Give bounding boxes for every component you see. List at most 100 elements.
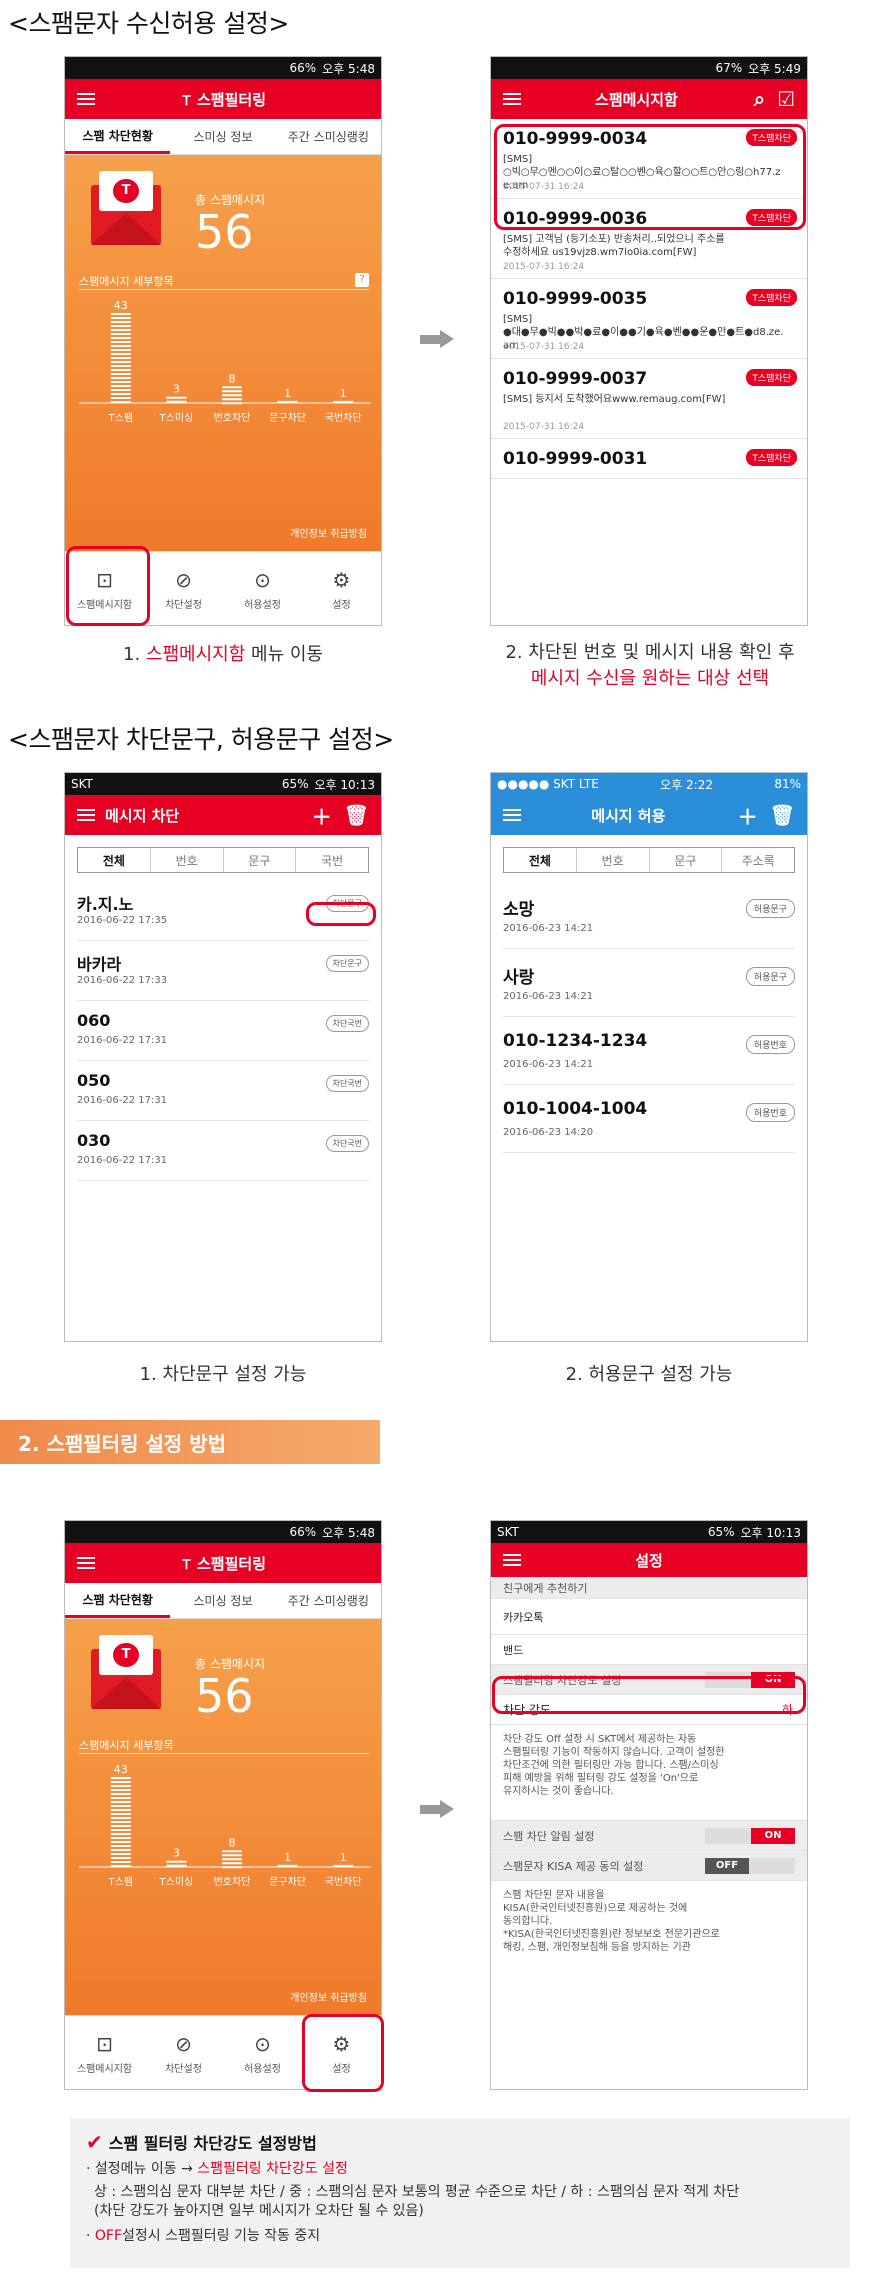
app-title: 스팸필터링 (197, 90, 267, 109)
kisa-description: 스팸 차단된 문자 내용을 KISA(한국인터넷진흥원)으로 제공하는 것에 동… (503, 1890, 720, 1953)
nav-allow-settings[interactable]: ⊙ 허용설정 (223, 2016, 302, 2089)
allow-type-badge: 허용문구 (745, 967, 795, 986)
block-title: 메시지 차단 (105, 806, 180, 825)
caption-step2: 2. 차단된 번호 및 메시지 내용 확인 후 메시지 수신을 원하는 대상 선… (505, 642, 795, 689)
menu-icon[interactable] (77, 93, 95, 105)
nav-block-settings[interactable]: ⊘ 차단설정 (144, 552, 223, 625)
block-date: 2016-06-22 17:31 (77, 1035, 168, 1046)
spam-tag: T스팸차단 (746, 449, 797, 466)
envelope-icon: T (91, 171, 161, 245)
menu-icon[interactable] (77, 1557, 95, 1569)
chart-category-label: T스미싱 (159, 412, 194, 424)
note-line-4: · OFF설정시 스팸필터링 기능 작동 중지 (86, 2228, 321, 2244)
kakaotalk-item[interactable]: 카카오톡 (491, 1599, 807, 1635)
detail-label: 스팸메시지 세부항목 (79, 275, 174, 288)
spam-stats-panel: T 총 스팸메시지 56 스팸메시지 세부항목 43 T스팸 3 T스미싱 8 번호차단 1… (65, 1619, 381, 2015)
chart-category-label: T스미싱 (159, 1876, 194, 1888)
tab-smishing-info[interactable]: 스미싱 정보 (170, 119, 275, 154)
settings-method-banner: 2. 스팸필터링 설정 방법 (0, 1420, 380, 1464)
menu-icon[interactable] (77, 809, 95, 821)
allow-item[interactable]: 소망 2016-06-23 14:21 허용문구 (503, 881, 795, 949)
message-item[interactable]: 010-9999-0037 T스팸차단 [SMS] 등지서 도착했어요www.rem… (491, 359, 807, 439)
allow-item[interactable]: 사랑 2016-06-23 14:21 허용문구 (503, 949, 795, 1017)
block-keyword: 카.지.노 (77, 895, 134, 914)
check-icon[interactable]: ☑ (777, 87, 795, 111)
allow-item[interactable]: 010-1234-1234 2016-06-23 14:21 허용번호 (503, 1017, 795, 1085)
filter-tab[interactable]: 문구 (224, 848, 297, 872)
inbox-icon: ⊡ (96, 2032, 113, 2056)
status-bar: SKT 65% 오후 10:13 (65, 773, 381, 795)
block-icon: ⊘ (175, 2032, 192, 2056)
chart-category-label: 국번차단 (325, 1876, 362, 1888)
highlight-nav-settings (302, 2014, 384, 2092)
filter-tab[interactable]: 번호 (577, 848, 650, 872)
allow-tabs: 전체 번호 문구 주소록 (503, 847, 795, 873)
app-header: Ｔ 스팸필터링 (65, 79, 381, 119)
note-line-3: (차단 강도가 높아지면 일부 메시지가 오차단 될 수 있음) (94, 2203, 424, 2219)
filter-tab[interactable]: 주소록 (722, 848, 794, 872)
spam-tag: T스팸차단 (746, 369, 797, 386)
band-item[interactable]: 밴드 (491, 1635, 807, 1665)
kisa-toggle[interactable]: OFF (705, 1858, 795, 1874)
app-header: Ｔ 스팸필터링 (65, 1543, 381, 1583)
highlight-strength-setting (492, 1676, 806, 1714)
trash-icon[interactable]: 🗑 (344, 803, 369, 827)
allow-keyword: 사랑 (503, 968, 535, 988)
nav-spam-inbox[interactable]: ⊡ 스팸메시지함 (65, 2016, 144, 2089)
status-bar: SKT 65% 오후 10:13 (491, 1521, 807, 1543)
trash-icon[interactable]: 🗑 (770, 803, 795, 827)
chart-value-label: 1 (284, 387, 291, 400)
tab-weekly-ranking[interactable]: 주간 스미싱랭킹 (276, 119, 381, 154)
allow-type-badge: 허용번호 (745, 1103, 795, 1122)
phone-main-app: 66% 오후 5:48 Ｔ 스팸필터링 스팸 차단현황 스미싱 정보 주간 스미싱랭… (64, 56, 382, 626)
unlock-icon: ⊙ (254, 2032, 271, 2056)
chart-value-label: 1 (340, 387, 347, 400)
tab-spam-status[interactable]: 스팸 차단현황 (65, 119, 171, 154)
message-item[interactable]: 010-9999-0035 T스팸차단 [SMS] ●대●무●빅●●박●료●이●●기… (491, 279, 807, 359)
status-bar: 66% 오후 5:48 (65, 1521, 381, 1543)
message-date: 2015-07-31 16:24 (503, 422, 585, 432)
filter-tab[interactable]: 전체 (504, 848, 577, 872)
block-item[interactable]: 060 2016-06-22 17:31 차단국번 (77, 1001, 369, 1061)
message-item[interactable]: 010-9999-0031 T스팸차단 (491, 439, 807, 479)
app-title: 스팸필터링 (197, 1554, 267, 1573)
tab-smishing-info[interactable]: 스미싱 정보 (170, 1583, 275, 1618)
allow-keyword: 010-1004-1004 (503, 1099, 648, 1119)
menu-icon[interactable] (503, 809, 521, 821)
note-line-2: 상 : 스팸의심 문자 대부분 차단 / 중 : 스팸의심 문자 보통의 평균 … (94, 2184, 740, 2200)
privacy-link[interactable]: 개인정보 취급방침 (290, 1989, 367, 2004)
caption-step1: 1. 스팸메시지함 메뉴 이동 (123, 644, 323, 665)
allow-item[interactable]: 010-1004-1004 2016-06-23 14:20 허용번호 (503, 1085, 795, 1153)
chart-value-label: 8 (229, 372, 236, 385)
filter-tab[interactable]: 문구 (650, 848, 723, 872)
filter-tab[interactable]: 번호 (151, 848, 224, 872)
nav-block-settings[interactable]: ⊘ 차단설정 (144, 2016, 223, 2089)
block-item[interactable]: 바카라 2016-06-22 17:33 차단문구 (77, 941, 369, 1001)
chart-bar (222, 1850, 242, 1869)
message-body: [SMS] 등지서 도착했어요www.remaug.com[FW] (503, 394, 726, 405)
filter-tab[interactable]: 국번 (296, 848, 368, 872)
alarm-toggle[interactable]: ON (705, 1828, 795, 1844)
filter-tab[interactable]: 전체 (78, 848, 151, 872)
menu-icon[interactable] (503, 93, 521, 105)
allow-header: 메시지 허용 ＋ 🗑 (491, 795, 807, 835)
total-count: 56 (195, 1669, 254, 1723)
tab-spam-status[interactable]: 스팸 차단현황 (65, 1583, 171, 1618)
tab-weekly-ranking[interactable]: 주간 스미싱랭킹 (276, 1583, 381, 1618)
add-icon[interactable]: ＋ (738, 801, 758, 830)
block-date: 2016-06-22 17:33 (77, 975, 168, 986)
chart-bar (166, 1860, 187, 1867)
chart-category-label: 문구차단 (269, 1876, 306, 1888)
chart-bar (222, 386, 242, 405)
allow-date: 2016-06-23 14:21 (503, 923, 594, 934)
nav-allow-settings[interactable]: ⊙ 허용설정 (223, 552, 302, 625)
privacy-link[interactable]: 개인정보 취급방침 (290, 525, 367, 540)
menu-icon[interactable] (503, 1554, 521, 1566)
block-item[interactable]: 050 2016-06-22 17:31 차단국번 (77, 1061, 369, 1121)
help-icon[interactable]: ? (355, 273, 369, 287)
nav-settings[interactable]: ⚙ 설정 (302, 552, 381, 625)
search-icon[interactable]: ⌕ (754, 87, 765, 111)
block-item[interactable]: 030 2016-06-22 17:31 차단국번 (77, 1121, 369, 1181)
add-icon[interactable]: ＋ (312, 801, 332, 830)
caption-block: 1. 차단문구 설정 가능 (139, 1364, 307, 1385)
